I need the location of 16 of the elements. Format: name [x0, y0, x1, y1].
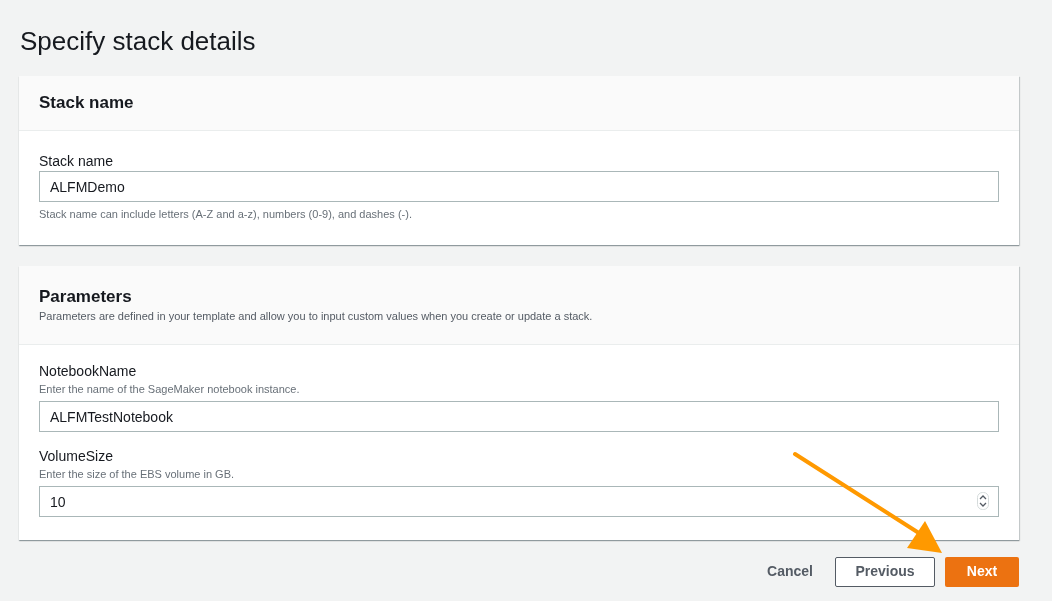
field-label: Stack name	[39, 152, 114, 171]
field-label: VolumeSize	[39, 447, 114, 466]
field-label: NotebookName	[39, 362, 138, 381]
input-field[interactable]: ALFMTestNotebook	[39, 401, 999, 432]
previous-button[interactable]: Previous	[835, 556, 935, 587]
field-hint: Stack name can include letters (A-Z and a-z), numbers (0-9), and dashes (-).	[39, 207, 413, 222]
section-title: Parameters	[39, 286, 133, 308]
field-description: Enter the name of the SageMaker notebook instance.	[39, 382, 301, 397]
cancel-button[interactable]: Cancel	[763, 555, 817, 588]
number-field[interactable]: 10	[39, 486, 999, 517]
field-description: Enter the size of the EBS volume in GB.	[39, 467, 236, 482]
section-description: Parameters are defined in your template and allow you to input custom values when you create or update a stack.	[39, 309, 594, 324]
stepper-icon[interactable]	[977, 492, 989, 510]
section-title: Stack name	[39, 92, 134, 115]
page-title: Specify stack details	[20, 25, 256, 58]
input-field[interactable]: ALFMDemo	[39, 171, 999, 202]
